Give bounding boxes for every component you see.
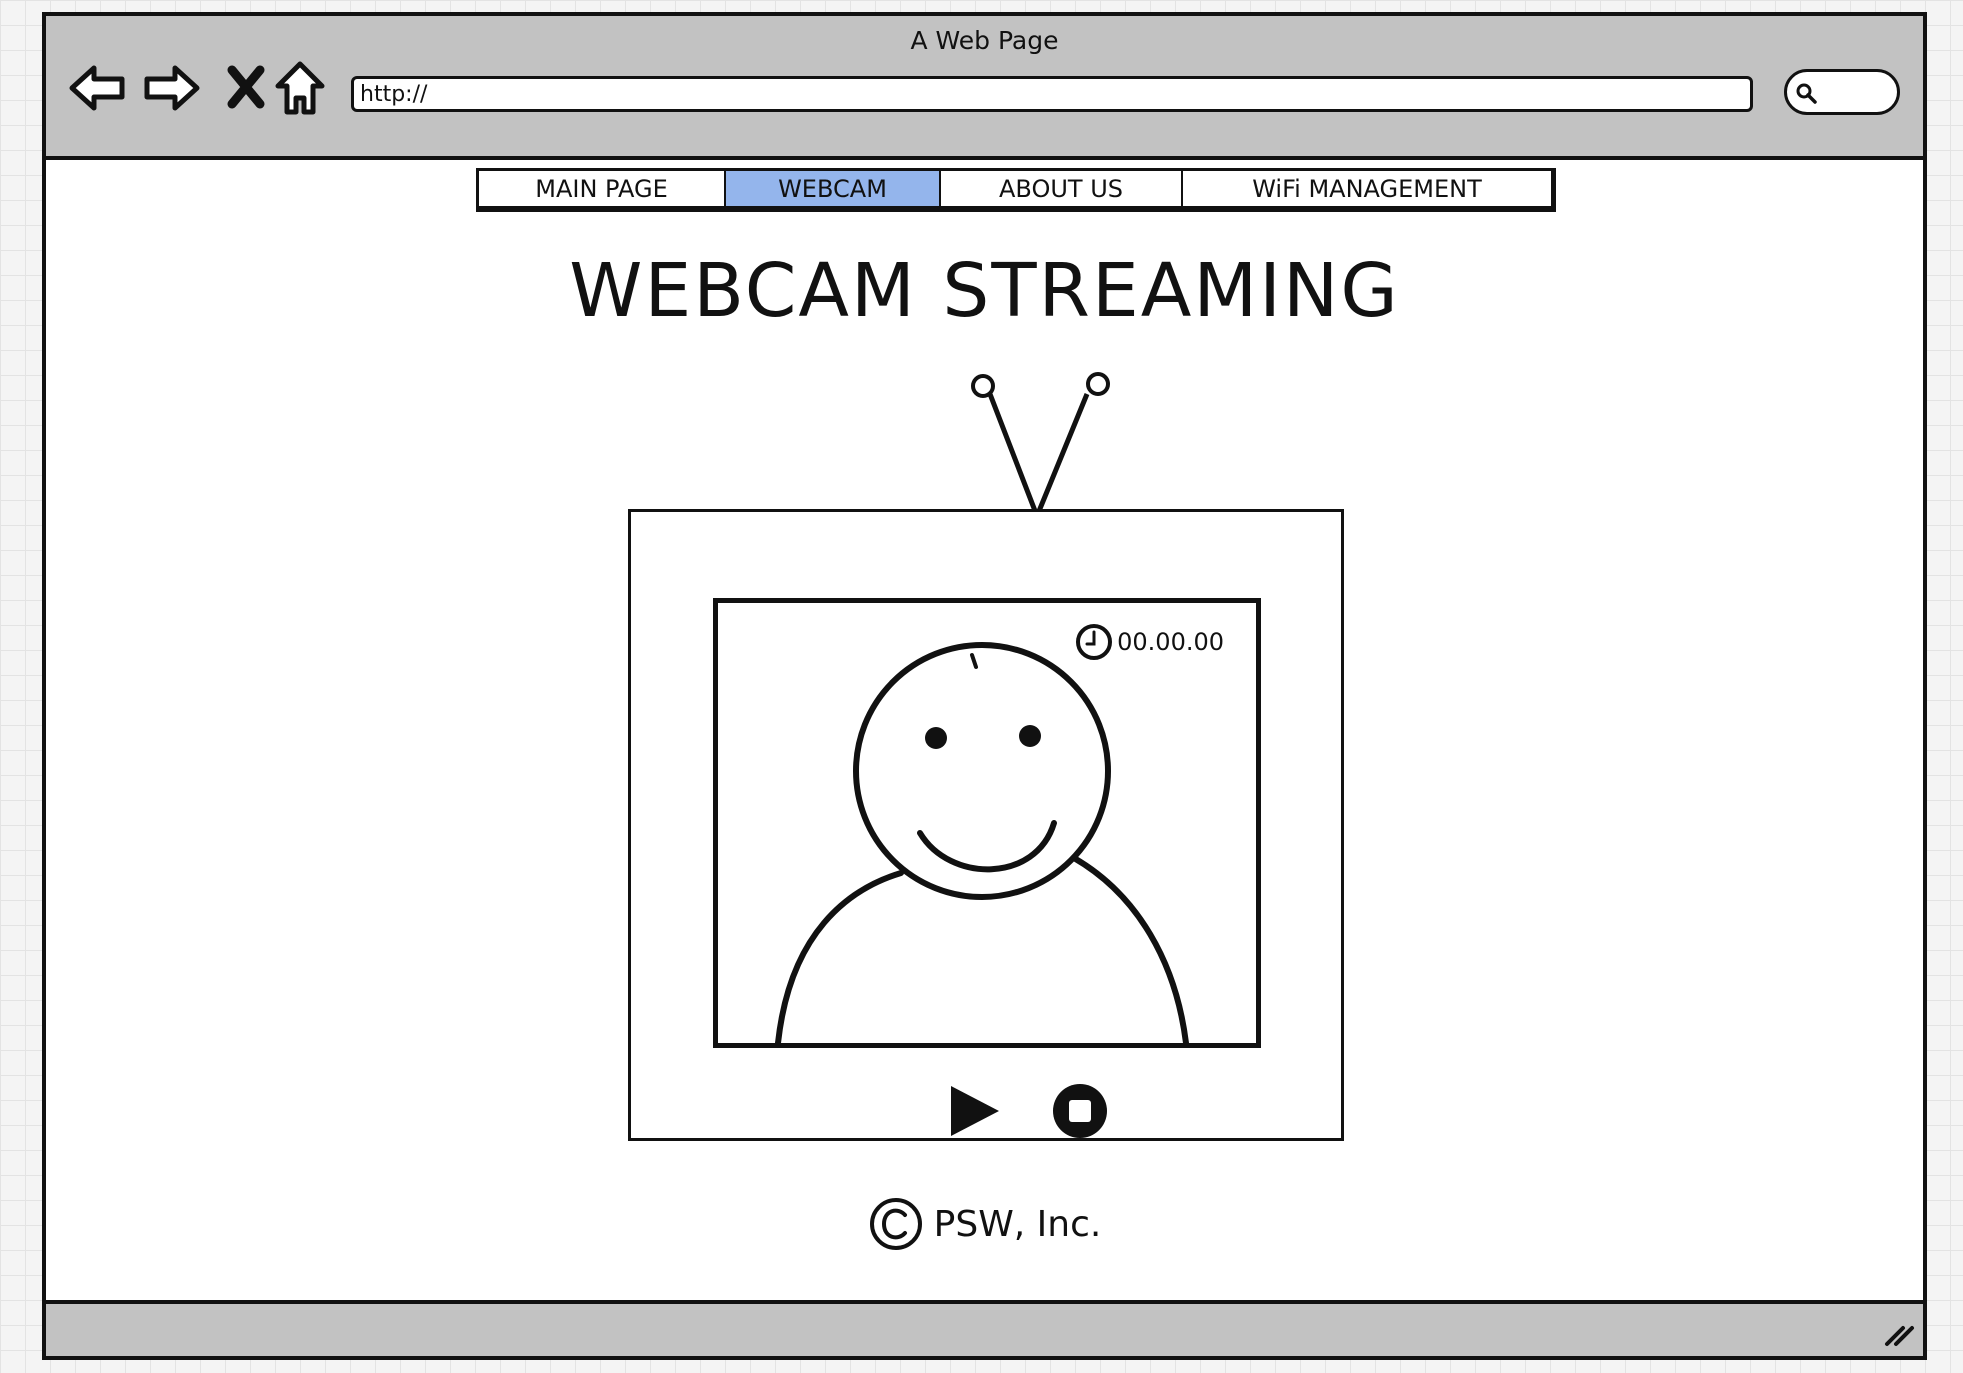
clock-icon	[1076, 624, 1113, 660]
url-field[interactable]	[351, 76, 1753, 112]
footer-copyright: PSW, Inc.	[46, 1196, 1923, 1252]
tab-wifi-management[interactable]: WiFi MANAGEMENT	[1183, 171, 1551, 206]
tab-webcam[interactable]: WEBCAM	[726, 171, 941, 206]
home-icon[interactable]	[270, 58, 330, 118]
search-icon	[1796, 83, 1817, 104]
page-title: WEBCAM STREAMING	[569, 248, 1400, 334]
browser-window: A Web Page MAIN PAGE WEBCAM ABOUT US WiF…	[42, 12, 1927, 1360]
play-button[interactable]	[945, 1082, 1003, 1140]
play-icon	[951, 1086, 999, 1136]
window-title: A Web Page	[910, 26, 1059, 55]
stop-button[interactable]	[1051, 1082, 1109, 1140]
tab-main-page[interactable]: MAIN PAGE	[479, 171, 726, 206]
close-x-icon[interactable]	[216, 58, 276, 118]
forward-arrow-icon[interactable]	[141, 58, 201, 118]
nav-tabs: MAIN PAGE WEBCAM ABOUT US WiFi MANAGEMEN…	[476, 168, 1556, 212]
stop-icon	[1053, 1084, 1107, 1138]
copyright-icon	[869, 1198, 922, 1250]
stream-timer: 00.00.00	[1075, 623, 1224, 661]
timer-value: 00.00.00	[1117, 628, 1224, 656]
video-screen[interactable]: 00.00.00	[713, 598, 1261, 1048]
person-placeholder-icon	[775, 642, 1189, 1043]
tab-about-us[interactable]: ABOUT US	[941, 171, 1183, 206]
copyright-text: PSW, Inc.	[933, 1203, 1102, 1245]
resize-grip-icon[interactable]	[1879, 1314, 1915, 1350]
search-input[interactable]	[1784, 69, 1900, 115]
back-arrow-icon[interactable]	[68, 58, 128, 118]
webcam-player: 00.00.00	[628, 509, 1344, 1141]
browser-toolbar: A Web Page	[46, 16, 1923, 160]
status-bar	[46, 1300, 1923, 1356]
